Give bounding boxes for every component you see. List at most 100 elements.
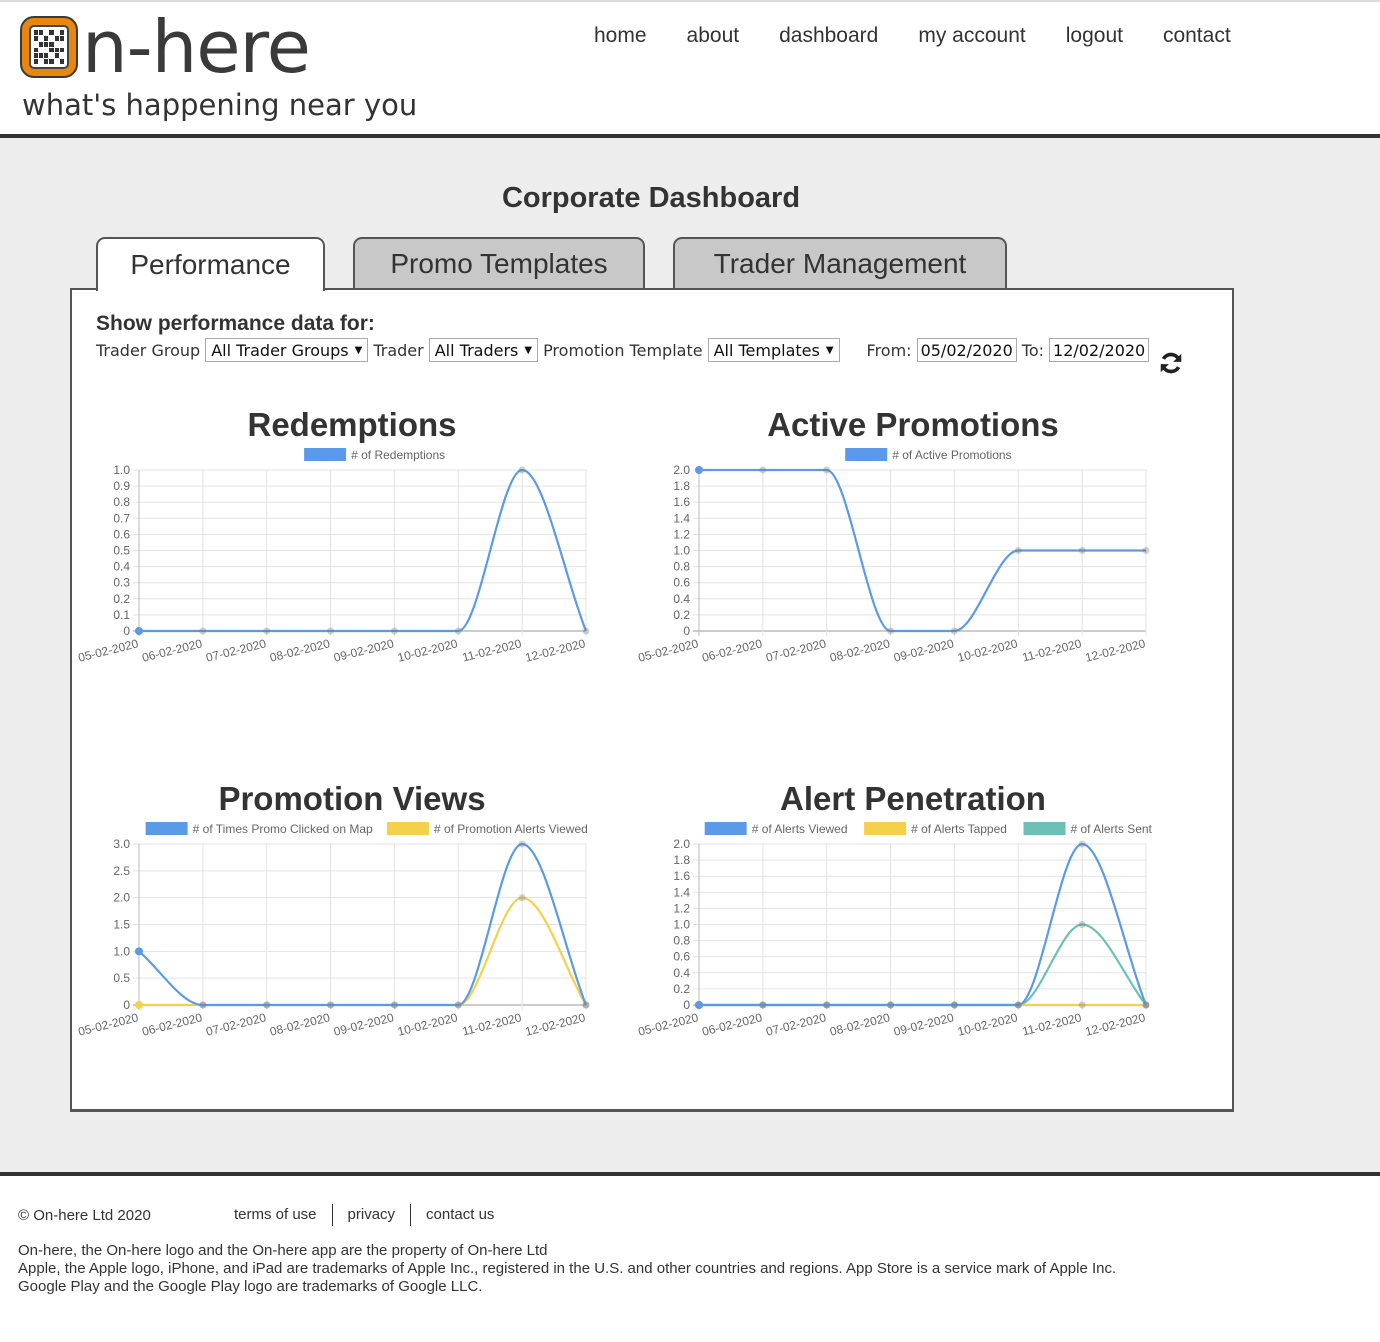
nav-home[interactable]: home <box>594 24 647 48</box>
chart-title-alert-penetration: Alert Penetration <box>780 780 1046 817</box>
legal-line: Google Play and the Google Play logo are… <box>18 1278 483 1295</box>
alert-penetration-chart: # of Alerts Viewed # of Alerts Tapped # of… <box>637 822 1153 1039</box>
trader-select[interactable]: All Traders ▼ <box>428 338 539 362</box>
tab-trader-management[interactable]: Trader Management <box>673 237 1007 289</box>
link-separator <box>410 1204 412 1226</box>
legend-label: # of Active Promotions <box>892 448 1011 462</box>
legend-swatch <box>1023 822 1066 835</box>
template-label: Promotion Template <box>543 340 703 360</box>
data-point <box>887 1001 895 1009</box>
tab-performance[interactable]: Performance <box>96 237 325 291</box>
x-tick-label: 08-02-2020 <box>268 1010 331 1039</box>
site-logo[interactable]: n-here <box>20 11 311 83</box>
y-tick-label: 0.4 <box>673 592 690 606</box>
y-tick-label: 0.8 <box>673 560 690 574</box>
page-title: Corporate Dashboard <box>501 182 801 214</box>
nav-logout[interactable]: logout <box>1066 24 1123 48</box>
legal-line: Apple, the Apple logo, iPhone, and iPad … <box>18 1260 1117 1277</box>
x-tick-label: 10-02-2020 <box>956 1010 1019 1039</box>
y-tick-label: 2.0 <box>673 837 690 851</box>
y-tick-label: 0.2 <box>113 592 130 606</box>
data-point <box>199 627 207 635</box>
data-point <box>135 947 143 956</box>
data-point <box>327 627 335 635</box>
to-date-input[interactable]: 12/02/2020 <box>1049 338 1150 362</box>
performance-panel: Show performance data for: Trader Group … <box>70 288 1234 1112</box>
y-tick-label: 0.2 <box>673 608 690 622</box>
footer-links: terms of use privacy contact us <box>234 1204 494 1226</box>
legend-label: # of Promotion Alerts Viewed <box>434 822 588 836</box>
x-tick-label: 05-02-2020 <box>77 636 140 665</box>
y-tick-label: 1.4 <box>673 885 690 899</box>
footer-terms-link[interactable]: terms of use <box>234 1204 317 1226</box>
y-tick-label: 0 <box>683 998 690 1012</box>
y-tick-label: 0.6 <box>113 527 130 541</box>
legend-label: # of Alerts Viewed <box>752 822 848 836</box>
y-tick-label: 1.8 <box>673 853 690 867</box>
data-point <box>887 627 895 635</box>
y-tick-label: 1.0 <box>113 944 130 958</box>
y-tick-label: 2.0 <box>113 891 130 905</box>
legend-swatch <box>145 822 188 835</box>
y-tick-label: 0.5 <box>113 971 130 985</box>
tab-promo-templates[interactable]: Promo Templates <box>353 237 645 289</box>
y-tick-label: 0.7 <box>113 511 130 525</box>
data-point <box>582 1001 590 1009</box>
x-tick-label: 12-02-2020 <box>1084 1010 1147 1039</box>
trader-group-label: Trader Group <box>96 340 201 360</box>
y-tick-label: 0.4 <box>673 966 690 980</box>
nav-my-account[interactable]: my account <box>918 24 1025 48</box>
y-tick-label: 2.5 <box>113 864 130 878</box>
from-label: From: <box>866 340 912 360</box>
chart-title-redemptions: Redemptions <box>247 406 457 443</box>
x-tick-label: 10-02-2020 <box>396 636 459 665</box>
legend-label: # of Redemptions <box>351 448 445 462</box>
nav-contact[interactable]: contact <box>1163 24 1231 48</box>
x-tick-label: 05-02-2020 <box>77 1010 140 1039</box>
data-point <box>1142 547 1150 554</box>
x-tick-label: 07-02-2020 <box>204 1010 267 1039</box>
footer-contact-link[interactable]: contact us <box>426 1204 494 1226</box>
legend-swatch <box>386 822 429 835</box>
y-tick-label: 1.5 <box>113 918 130 932</box>
tagline: what's happening near you <box>22 88 418 122</box>
x-tick-label: 12-02-2020 <box>524 636 587 665</box>
legend-swatch <box>864 822 907 835</box>
nav-about[interactable]: about <box>687 24 740 48</box>
trader-label: Trader <box>373 340 424 360</box>
caret-down-icon: ▼ <box>524 344 533 356</box>
nav-dashboard[interactable]: dashboard <box>779 24 878 48</box>
data-point <box>199 1001 207 1009</box>
x-tick-label: 09-02-2020 <box>892 1010 955 1039</box>
chart-legend: # of Times Promo Clicked on Map # of Prom… <box>145 822 588 836</box>
y-tick-label: 2.0 <box>673 463 690 477</box>
legal-line: On-here, the On-here logo and the On-her… <box>18 1242 548 1259</box>
data-point <box>1078 1001 1086 1009</box>
footer-privacy-link[interactable]: privacy <box>348 1204 396 1226</box>
data-point <box>950 1001 958 1009</box>
data-point <box>518 840 526 848</box>
trader-group-select[interactable]: All Trader Groups ▼ <box>205 338 369 362</box>
data-point <box>695 1001 703 1009</box>
data-point <box>390 1001 398 1009</box>
data-point <box>135 627 143 635</box>
x-tick-label: 05-02-2020 <box>637 636 700 665</box>
y-tick-label: 0 <box>123 998 130 1012</box>
y-tick-label: 0.8 <box>673 934 690 948</box>
y-tick-label: 1.2 <box>673 527 690 541</box>
template-select[interactable]: All Templates ▼ <box>707 338 840 362</box>
data-point <box>518 466 526 474</box>
from-date-input[interactable]: 05/02/2020 <box>916 338 1017 362</box>
legend-label: # of Times Promo Clicked on Map <box>193 822 373 836</box>
data-point <box>518 894 526 902</box>
data-point <box>950 627 958 635</box>
x-tick-label: 09-02-2020 <box>332 636 395 665</box>
x-tick-label: 07-02-2020 <box>204 636 267 665</box>
y-tick-label: 0.5 <box>113 544 130 558</box>
x-tick-label: 07-02-2020 <box>764 1010 827 1039</box>
refresh-icon[interactable] <box>1158 350 1184 376</box>
trader-value: All Traders <box>434 340 519 360</box>
y-tick-label: 0.6 <box>673 576 690 590</box>
data-point <box>263 1001 271 1009</box>
qr-logo-icon <box>20 16 78 78</box>
